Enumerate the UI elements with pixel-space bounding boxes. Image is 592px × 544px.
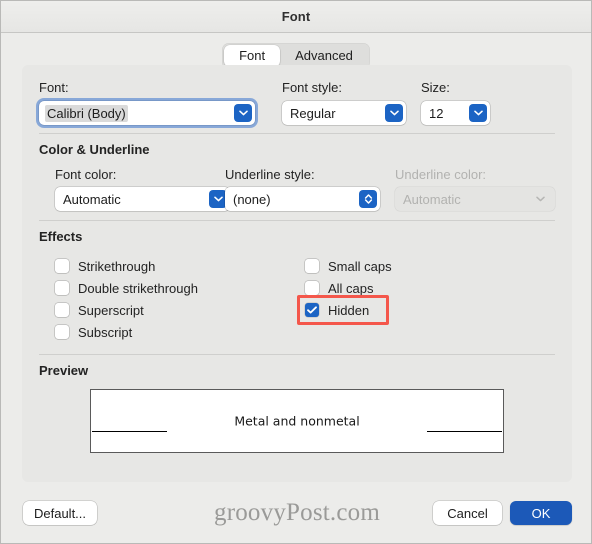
checkbox-subscript[interactable]: Subscript [55, 323, 132, 341]
chevron-down-icon[interactable] [385, 104, 403, 122]
tab-font[interactable]: Font [224, 45, 281, 67]
checkbox-box[interactable] [55, 303, 69, 317]
font-style-label: Font style: [282, 80, 342, 95]
separator-effects [39, 220, 555, 221]
checkbox-box[interactable] [305, 281, 319, 295]
font-combobox[interactable]: Calibri (Body) [39, 101, 255, 125]
checkbox-label: Hidden [328, 302, 370, 318]
separator-color-underline [39, 133, 555, 134]
underline-color-label: Underline color: [395, 167, 487, 182]
checkbox-box[interactable] [55, 259, 69, 273]
checkbox-box[interactable] [305, 303, 319, 317]
ok-button[interactable]: OK [510, 501, 572, 525]
separator-preview [39, 354, 555, 355]
chevron-up-down-icon[interactable] [359, 190, 377, 208]
underline-color-popup: Automatic [395, 187, 555, 211]
checkbox-label: Subscript [78, 324, 133, 340]
title-bar: Font [1, 1, 591, 33]
chevron-down-icon [531, 190, 549, 208]
preview-rule-left [92, 431, 167, 432]
window-title: Font [281, 9, 311, 24]
checkbox-superscript[interactable]: Superscript [55, 301, 144, 319]
font-color-popup[interactable]: Automatic [55, 187, 230, 211]
font-style-popup[interactable]: Regular [282, 101, 406, 125]
default-button[interactable]: Default... [23, 501, 97, 525]
chevron-down-icon[interactable] [469, 104, 487, 122]
checkbox-box[interactable] [305, 259, 319, 273]
font-color-label: Font color: [55, 167, 117, 182]
size-value: 12 [429, 105, 444, 121]
checkbox-label: All caps [328, 280, 374, 296]
checkbox-box[interactable] [55, 325, 69, 339]
preview-heading: Preview [39, 363, 89, 378]
checkbox-label: Small caps [328, 258, 392, 274]
checkbox-label: Double strikethrough [78, 280, 198, 296]
underline-color-value: Automatic [403, 191, 461, 207]
preview-box: Metal and nonmetal [90, 389, 504, 453]
checkbox-all-caps[interactable]: All caps [305, 279, 374, 297]
preview-sample-text: Metal and nonmetal [234, 413, 360, 429]
settings-panel: Font: Calibri (Body) Font style: Regular… [22, 65, 572, 482]
checkmark-icon [307, 306, 317, 314]
preview-content: Metal and nonmetal [91, 390, 503, 452]
checkbox-strikethrough[interactable]: Strikethrough [55, 257, 155, 275]
checkbox-double-strikethrough[interactable]: Double strikethrough [55, 279, 198, 297]
font-label: Font: [39, 80, 69, 95]
checkbox-small-caps[interactable]: Small caps [305, 257, 392, 275]
preview-rule-right [427, 431, 502, 432]
chevron-down-icon[interactable] [234, 104, 252, 122]
font-dialog-window: Font Font Advanced Font: Calibri (Body) … [0, 0, 592, 544]
tab-advanced[interactable]: Advanced [280, 45, 368, 67]
size-popup[interactable]: 12 [421, 101, 490, 125]
underline-style-value: (none) [233, 191, 271, 207]
checkbox-box[interactable] [55, 281, 69, 295]
font-combobox-value: Calibri (Body) [45, 104, 128, 122]
checkbox-label: Strikethrough [78, 258, 156, 274]
dialog-footer: groovyPost.com Default... Cancel OK [1, 482, 592, 543]
effects-heading: Effects [39, 229, 83, 244]
font-color-value: Automatic [63, 191, 121, 207]
underline-style-popup[interactable]: (none) [225, 187, 380, 211]
color-underline-heading: Color & Underline [39, 142, 150, 157]
font-style-value: Regular [290, 105, 336, 121]
size-label: Size: [421, 80, 450, 95]
cancel-button[interactable]: Cancel [433, 501, 502, 525]
checkbox-hidden[interactable]: Hidden [305, 301, 369, 319]
checkbox-label: Superscript [78, 302, 144, 318]
underline-style-label: Underline style: [225, 167, 315, 182]
